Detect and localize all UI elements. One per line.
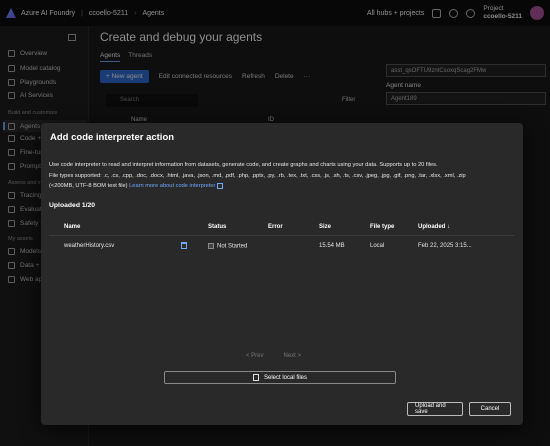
column-header: Error [268,224,283,230]
file-size: 15.54 MB [319,243,345,249]
description-text: Use code interpreter to read and interpr… [49,162,438,168]
table-header: Name Status Error Size File type Uploade… [49,219,515,236]
file-types-text: File types supported: .c, .cs, .cpp, .do… [49,172,466,179]
file-uploaded: Feb 22, 2025 3:15... [418,243,472,249]
prev-page-button[interactable]: < Prev [246,353,264,359]
file-limits-text: (<200MB, UTF-8 BOM text file) [49,183,128,189]
file-type: Local [370,243,385,249]
dialog-footer: Upload and save Cancel [407,402,511,416]
table-row: weatherHistory.csv Not Started 15.54 MB … [49,236,515,256]
select-local-files-button[interactable]: Select local files [164,371,396,384]
status-text: Not Started [217,243,248,250]
select-local-files-label: Select local files [263,374,308,381]
code-interpreter-dialog: Add code interpreter action Use code int… [41,123,523,425]
status-icon [208,242,214,249]
trash-icon [181,241,187,249]
uploaded-files-table: Name Status Error Size File type Uploade… [49,219,515,256]
document-icon [252,374,259,381]
column-header: Name [64,224,81,230]
pagination: < Prev Next > [246,353,301,359]
external-link-icon [217,182,224,189]
column-header: Status [208,224,227,230]
next-page-button[interactable]: Next > [284,353,302,359]
learn-more-link[interactable]: Learn more about code interpreter [129,183,215,189]
uploaded-count: Uploaded 1/20 [49,202,96,209]
delete-file-button[interactable] [167,241,208,251]
cancel-button[interactable]: Cancel [469,402,511,416]
column-header: Size [319,224,332,230]
file-status: Not Started [208,242,268,250]
column-header-sortable[interactable]: Uploaded ↓ [418,224,508,230]
dialog-description: Use code interpreter to read and interpr… [49,160,515,192]
file-name: weatherHistory.csv [64,243,115,249]
upload-and-save-button[interactable]: Upload and save [407,402,463,416]
file-limits-row: (<200MB, UTF-8 BOM text file) Learn more… [49,181,515,192]
dialog-title: Add code interpreter action [50,132,175,143]
column-header: File type [370,224,395,230]
